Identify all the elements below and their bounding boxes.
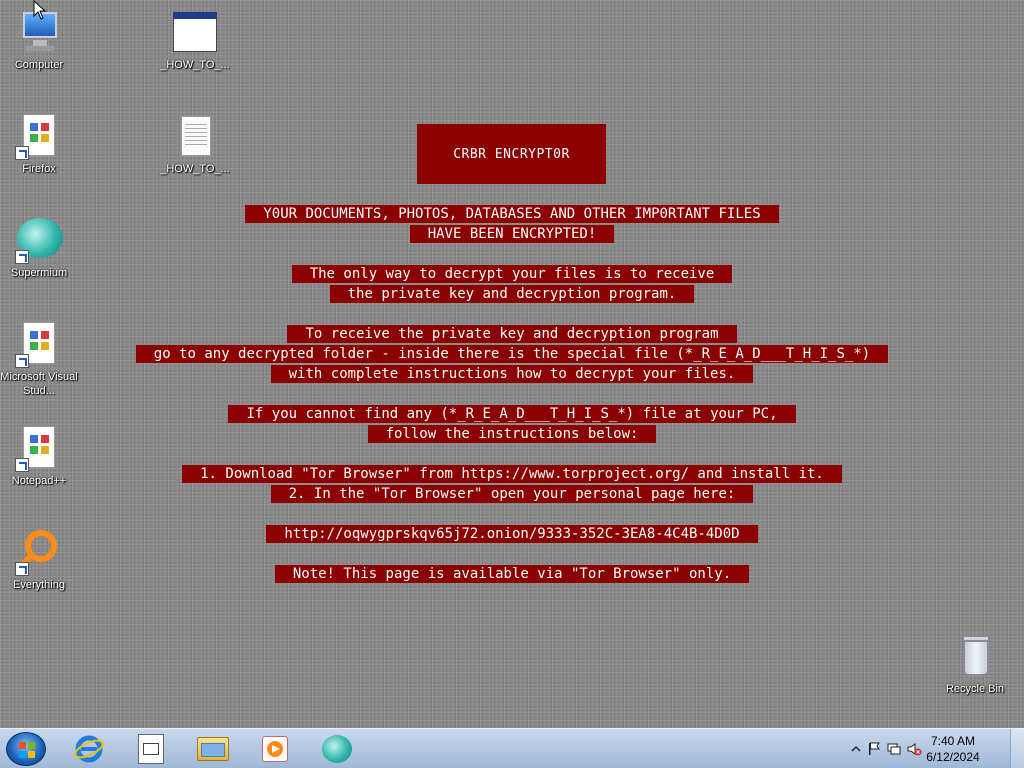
mouse-cursor-icon <box>33 0 47 20</box>
recycle-bin-icon <box>951 632 999 680</box>
ransom-line-text: The only way to decrypt your files is to… <box>291 265 733 283</box>
taskbar-notepad-doc[interactable] <box>124 731 178 767</box>
desktop-icon-recycle-bin[interactable]: Recycle Bin <box>936 632 1014 696</box>
ransom-line: Y0UR DOCUMENTS, PHOTOS, DATABASES AND OT… <box>0 204 1024 224</box>
system-tray: 7:40 AM 6/12/2024 <box>844 729 1024 768</box>
shortcut-arrow-icon <box>15 146 29 160</box>
supermium-icon <box>322 735 352 763</box>
ransom-line: To receive the private key and decryptio… <box>0 324 1024 344</box>
ransom-line: If you cannot find any (*_R_E_A_D___T_H_… <box>0 404 1024 424</box>
windows-logo-icon <box>19 742 35 758</box>
show-desktop-button[interactable] <box>1010 729 1024 768</box>
taskbar-file-explorer[interactable] <box>186 731 240 767</box>
desktop-icon-label: Firefox <box>22 163 56 175</box>
ransom-onion-url: http://oqwygprskqv65j72.onion/9333-352C-… <box>266 525 758 543</box>
ransom-line: 1. Download "Tor Browser" from https://w… <box>0 464 1024 484</box>
window-file-icon <box>171 8 219 56</box>
folder-icon <box>197 737 229 761</box>
ransom-line-text: HAVE BEEN ENCRYPTED! <box>409 225 615 243</box>
desktop-icon-label: _HOW_TO_... <box>160 163 230 175</box>
taskbar-supermium[interactable] <box>310 731 364 767</box>
desktop-icon-label: _HOW_TO_... <box>160 59 230 71</box>
clock-time: 7:40 AM <box>930 734 976 748</box>
ransom-line: The only way to decrypt your files is to… <box>0 264 1024 284</box>
ransom-line: follow the instructions below: <box>0 424 1024 444</box>
network-icon[interactable] <box>886 741 902 757</box>
firefox-shortcut-icon <box>15 112 63 160</box>
desktop-icon-label: Recycle Bin <box>945 683 1005 695</box>
ransom-line: go to any decrypted folder - inside ther… <box>0 344 1024 364</box>
ransom-line-text: Y0UR DOCUMENTS, PHOTOS, DATABASES AND OT… <box>245 205 779 223</box>
desktop-icon-how-to-1[interactable]: _HOW_TO_... <box>156 8 234 72</box>
ransom-line-text: 2. In the "Tor Browser" open your person… <box>270 485 754 503</box>
start-button[interactable] <box>6 732 46 766</box>
desktop-icon-label: Computer <box>14 59 64 71</box>
ransom-line-text: 1. Download "Tor Browser" from https://w… <box>182 465 842 483</box>
taskbar: 7:40 AM 6/12/2024 <box>0 728 1024 768</box>
desktop-icon-firefox[interactable]: Firefox <box>0 112 78 176</box>
taskbar-media-player[interactable] <box>248 731 302 767</box>
text-document-icon <box>171 112 219 160</box>
document-icon <box>138 734 164 764</box>
ransom-line-text: To receive the private key and decryptio… <box>287 325 737 343</box>
shortcut-arrow-icon <box>15 250 29 264</box>
ransom-line: 2. In the "Tor Browser" open your person… <box>0 484 1024 504</box>
ransom-line-text: the private key and decryption program. <box>329 285 695 303</box>
show-hidden-icons-chevron-up-icon[interactable] <box>848 741 864 757</box>
taskbar-internet-explorer[interactable] <box>62 731 116 767</box>
ransom-line-text: go to any decrypted folder - inside ther… <box>135 345 889 363</box>
ransom-line-text: with complete instructions how to decryp… <box>270 365 754 383</box>
ransom-title-box: CRBR ENCRYPT0R <box>417 124 606 184</box>
ransom-line: HAVE BEEN ENCRYPTED! <box>0 224 1024 244</box>
action-center-flag-icon[interactable] <box>866 741 882 757</box>
clock-date: 6/12/2024 <box>926 750 980 764</box>
ransom-line: the private key and decryption program. <box>0 284 1024 304</box>
ransom-line: with complete instructions how to decryp… <box>0 364 1024 384</box>
ransom-line-text: If you cannot find any (*_R_E_A_D___T_H_… <box>228 405 796 423</box>
ransom-url-line: http://oqwygprskqv65j72.onion/9333-352C-… <box>0 524 1024 544</box>
ransom-title: CRBR ENCRYPT0R <box>453 146 570 162</box>
internet-explorer-icon <box>74 735 104 763</box>
ransom-line-text: Note! This page is available via "Tor Br… <box>274 565 750 583</box>
ransom-line: Note! This page is available via "Tor Br… <box>0 564 1024 584</box>
desktop-icon-how-to-2[interactable]: _HOW_TO_... <box>156 112 234 176</box>
ransom-line-text: follow the instructions below: <box>367 425 657 443</box>
taskbar-clock[interactable]: 7:40 AM 6/12/2024 <box>918 733 988 765</box>
media-player-icon <box>262 736 288 762</box>
